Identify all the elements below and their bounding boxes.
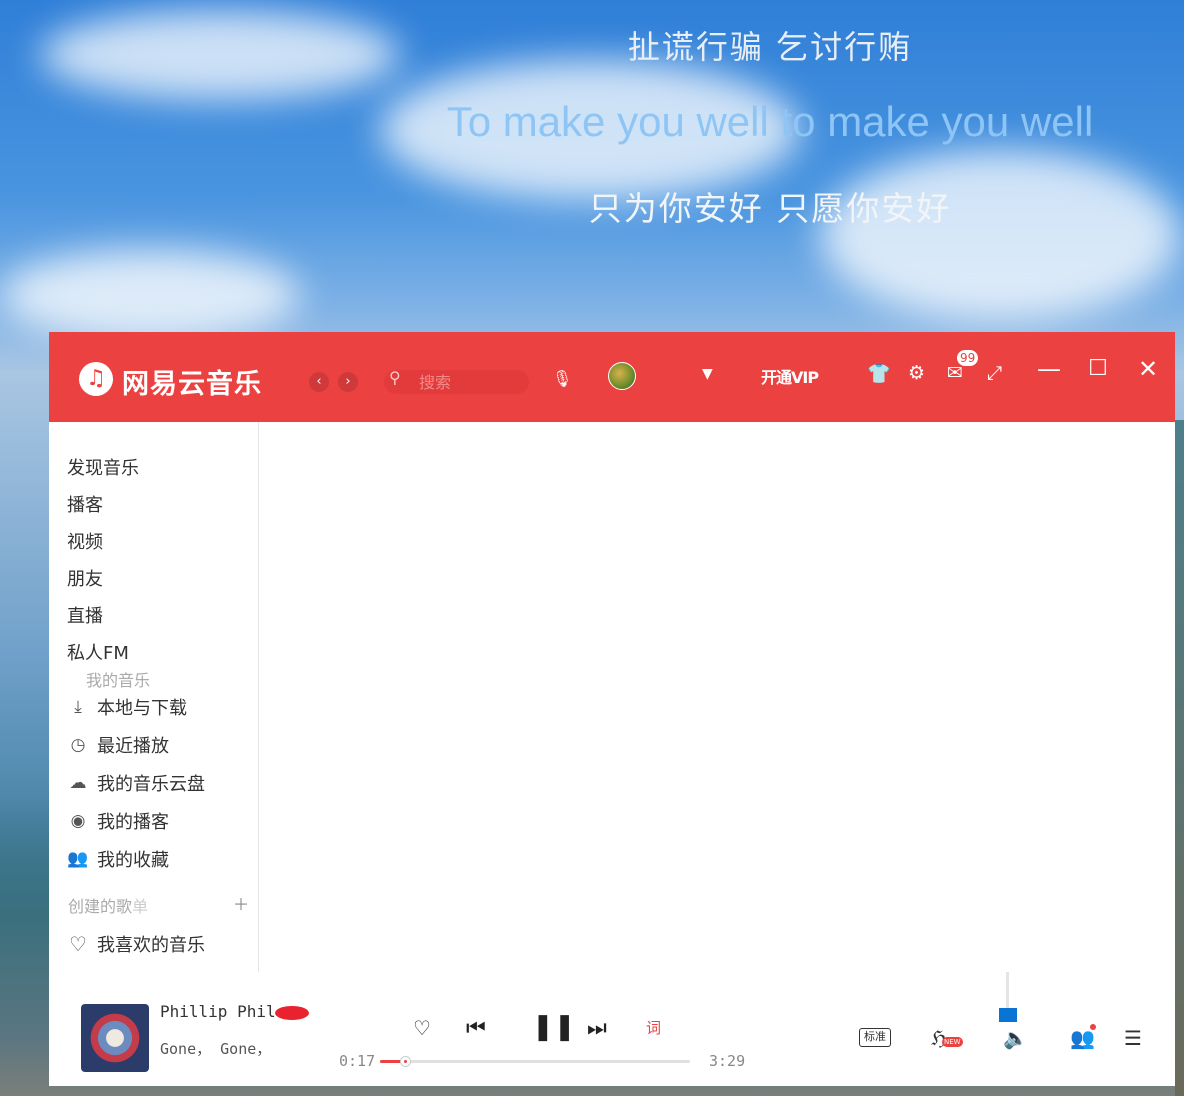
my-music-section-title: 我的音乐 [86, 671, 151, 690]
app-brand[interactable]: 网易云音乐 [122, 362, 262, 401]
skin-icon[interactable]: 👕 [867, 362, 891, 385]
new-badge: NEW [942, 1037, 963, 1047]
cloud-icon: ☁ [69, 773, 87, 793]
mail-icon[interactable]: ✉ [947, 362, 963, 384]
sidebar-item-my-podcast[interactable]: ◉ 我的播客 [67, 808, 169, 834]
mini-mode-icon[interactable]: ⤢ [987, 362, 1002, 384]
netease-logo-icon[interactable]: ♫ [79, 362, 113, 396]
download-icon: ⤓ [74, 697, 82, 717]
heart-icon: ♡ [69, 932, 87, 956]
pause-button[interactable]: ❚❚ [532, 1012, 576, 1042]
avatar[interactable] [608, 362, 636, 390]
song-title[interactable]: Phillip Phil [160, 1002, 276, 1021]
music-app-window: ♫ 网易云音乐 ‹ › ⚲ 🎙 ▼ 开通VIP 👕 ⚙ ✉ 99 ⤢ — ☐ ✕… [49, 332, 1175, 1086]
album-cover[interactable] [81, 1004, 149, 1072]
current-time: 0:17 [339, 1052, 376, 1070]
chevron-right-icon: › [345, 374, 351, 389]
sidebar-item-label: 最近播放 [97, 736, 169, 757]
artist-name[interactable]: Gone， Gone， [160, 1038, 271, 1059]
progress-thumb[interactable] [399, 1056, 411, 1067]
gear-icon[interactable]: ⚙ [908, 362, 925, 384]
sidebar-item-live[interactable]: 直播 [67, 602, 103, 628]
maximize-button[interactable]: ☐ [1083, 354, 1113, 384]
sidebar-item-label: 我的音乐云盘 [97, 774, 205, 795]
playlist-item-label: 我喜欢的音乐 [97, 935, 205, 956]
sidebar-item-friends[interactable]: 朋友 [67, 565, 103, 591]
sidebar-item-label: 我的收藏 [97, 850, 169, 871]
sidebar-item-label: 本地与下载 [97, 698, 187, 719]
sidebar-item-favorites[interactable]: 👥 我的收藏 [67, 846, 169, 872]
minimize-button[interactable]: — [1034, 354, 1064, 384]
volume-slider-thumb[interactable] [999, 1008, 1017, 1022]
quality-button[interactable]: 标准 [859, 1028, 891, 1047]
sidebar-item-podcast[interactable]: 播客 [67, 491, 103, 517]
playlist-queue-icon[interactable]: ☰ [1124, 1026, 1142, 1050]
search-icon: ⚲ [389, 368, 401, 387]
desktop-lyrics: 扯谎行骗 乞讨行贿 To make you well to make you w… [0, 0, 1184, 330]
volume-slider-track[interactable] [1006, 972, 1009, 1012]
sidebar-item-recent[interactable]: ◷ 最近播放 [67, 732, 169, 758]
notification-dot [1090, 1024, 1096, 1030]
redacted-mark [275, 1006, 309, 1020]
lyric-line-current: To make you well to make you well [446, 98, 1094, 145]
heart-rate-mode-icon[interactable]: ♡ [413, 1016, 431, 1040]
main-content [260, 422, 1175, 972]
playlist-item-liked[interactable]: ♡ 我喜欢的音乐 [67, 931, 205, 957]
sidebar-item-label: 我的播客 [97, 812, 169, 833]
sidebar-item-discover[interactable]: 发现音乐 [67, 454, 139, 480]
favorites-icon: 👥 [67, 849, 89, 869]
message-count-badge: 99 [957, 350, 979, 366]
search-input[interactable] [419, 371, 519, 393]
next-track-button[interactable]: ⏭ [587, 1016, 607, 1041]
forward-button[interactable]: › [338, 372, 358, 392]
close-button[interactable]: ✕ [1133, 354, 1163, 384]
sidebar-item-video[interactable]: 视频 [67, 528, 103, 554]
back-button[interactable]: ‹ [309, 372, 329, 392]
player-bar: Phillip Phil Gone， Gone， ♡ ⏮ ❚❚ ⏭ 词 0:17… [49, 972, 1175, 1086]
lyrics-icon[interactable]: 词 [646, 1017, 661, 1038]
vip-button[interactable]: 开通VIP [761, 364, 819, 388]
lyric-line-previous: 扯谎行骗 乞讨行贿 [627, 28, 913, 66]
add-playlist-icon[interactable]: ＋ [233, 891, 249, 915]
created-playlists-title[interactable]: 创建的歌单 [68, 893, 148, 917]
sidebar-item-local-download[interactable]: ⤓ 本地与下载 [67, 694, 187, 720]
sidebar: 发现音乐 播客 视频 朋友 直播 私人FM 我的音乐 ⤓ 本地与下载 ◷ 最近播… [49, 422, 259, 972]
sidebar-item-cloud[interactable]: ☁ 我的音乐云盘 [67, 770, 206, 796]
chevron-down-icon[interactable]: ▼ [702, 366, 713, 382]
volume-icon[interactable]: 🔈 [1003, 1026, 1028, 1050]
previous-track-button[interactable]: ⏮ [466, 1016, 486, 1041]
title-bar: ♫ 网易云音乐 ‹ › ⚲ 🎙 ▼ 开通VIP 👕 ⚙ ✉ 99 ⤢ — ☐ ✕ [49, 332, 1175, 422]
chevron-left-icon: ‹ [316, 374, 322, 389]
sidebar-item-personal-fm[interactable]: 私人FM [67, 639, 129, 665]
progress-bar[interactable] [380, 1056, 690, 1067]
recent-play-icon: ◷ [70, 735, 86, 755]
podcast-icon: ◉ [70, 811, 86, 831]
total-time: 3:29 [709, 1052, 746, 1070]
microphone-icon[interactable]: 🎙 [552, 369, 572, 388]
lyric-line-translation: 只为你安好 只愿你安好 [588, 189, 952, 228]
background-edge [1175, 420, 1184, 1096]
